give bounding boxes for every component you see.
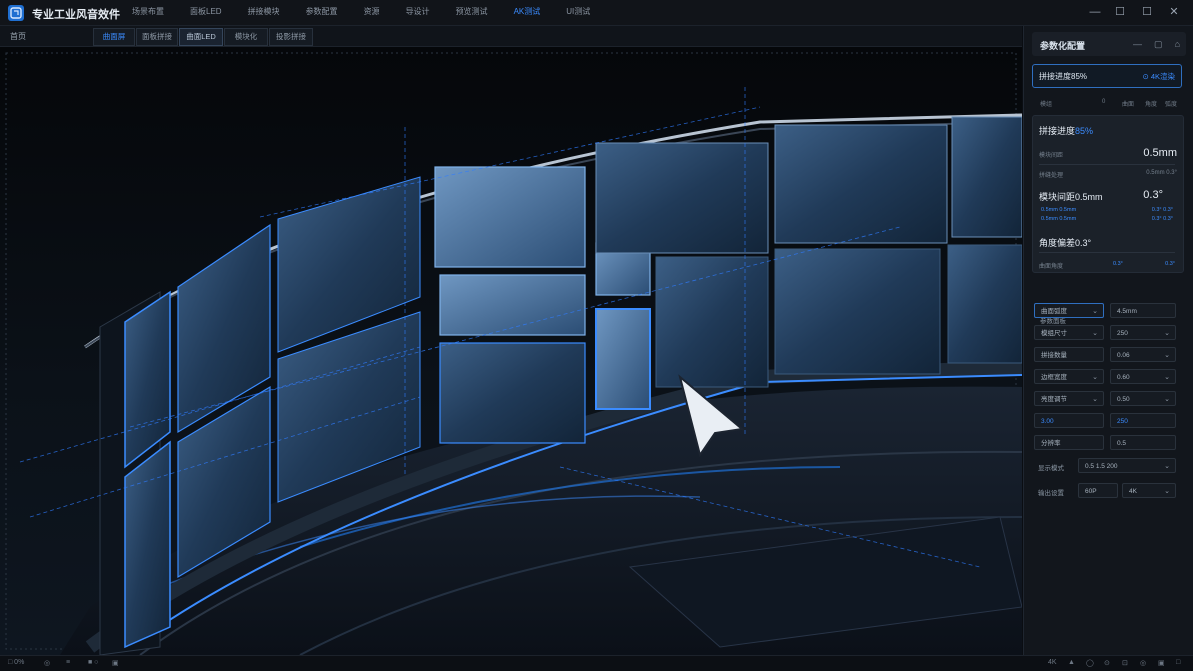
progress-label: 拼接进度85% (1039, 72, 1088, 81)
mid-title: 模块间距0.5mm (1039, 192, 1103, 202)
field-select[interactable]: 250 ⌄ (1110, 325, 1176, 340)
tab-item[interactable]: 曲面屏 (93, 28, 135, 46)
status-icon[interactable]: 4K (1048, 659, 1057, 666)
property-panel: 参数化配置 — ▢ ⌂ 拼接进度85% ⊙ 4K渲染 模组 0 曲面 角度 弧度… (1023, 26, 1193, 655)
app-logo-icon (8, 5, 24, 21)
sub-label: 弧度 (1165, 102, 1178, 108)
blue-value: 0.3° 0.3° (1151, 207, 1173, 213)
app-title: 专业工业风音效件 (32, 9, 120, 21)
blue-value: 0.5mm 0.5mm (1041, 207, 1077, 213)
sub-label: 0 (1102, 99, 1106, 105)
blue-value: 0.5mm 0.5mm (1041, 216, 1077, 222)
tab-item[interactable]: 投影拼接 (269, 28, 313, 46)
3d-viewport[interactable] (0, 47, 1022, 655)
home-icon[interactable]: ⌂ (1175, 39, 1180, 50)
field-select[interactable]: 0.5 1.5 200 ⌄ (1078, 458, 1176, 473)
mid-value: 0.3° (1143, 189, 1163, 201)
menu-item[interactable]: 导设计 (406, 6, 430, 17)
main-menu: 场景布置 面板LED 拼接模块 参数配置 资源 导设计 预览测试 AK测试 UI… (132, 6, 616, 17)
menu-item[interactable]: 资源 (364, 6, 380, 17)
maximize-icon[interactable]: ☐ (1112, 4, 1128, 20)
status-icon[interactable]: ◯ (1086, 659, 1094, 667)
row-label: 输出设置 (1038, 490, 1064, 497)
tab-bar: 首页 曲面屏 面板拼接 曲面LED 模块化 投影拼接 (0, 26, 1022, 47)
menu-item-active[interactable]: AK测试 (514, 6, 541, 17)
param-card: 拼接进度85% 模块间距 0.5mm 拼缝处理 0.5mm 0.3° 模块间距0… (1032, 115, 1184, 273)
minus-icon[interactable]: — (1133, 39, 1142, 50)
tab-item[interactable]: 模块化 (224, 28, 268, 46)
field-select[interactable]: 0.60 ⌄ (1110, 369, 1176, 384)
field-input[interactable]: 分辨率 (1034, 435, 1104, 450)
field-input[interactable]: 拼接数量 (1034, 347, 1104, 362)
field-select[interactable]: 模组尺寸 ⌄ (1034, 325, 1104, 340)
copy-icon[interactable]: ▢ (1154, 39, 1163, 50)
gap-label: 模块间距 (1039, 153, 1064, 159)
restore-icon[interactable]: ☐ (1139, 4, 1155, 20)
status-icon[interactable]: ▣ (1158, 659, 1165, 667)
status-item: ≡ (66, 659, 71, 666)
led-wall-render (0, 47, 1022, 655)
progress-box: 拼接进度85% ⊙ 4K渲染 (1032, 64, 1182, 88)
sub-label: 曲面 (1122, 102, 1135, 108)
title-bar: 专业工业风音效件 场景布置 面板LED 拼接模块 参数配置 资源 导设计 预览测… (0, 0, 1193, 26)
minimize-icon[interactable]: — (1087, 4, 1103, 20)
card-title: 拼接进度85% (1039, 126, 1094, 136)
blue-value: 0.3° 0.3° (1151, 216, 1173, 222)
menu-item[interactable]: 预览测试 (456, 6, 488, 17)
status-bar: □ 0% ◎ ≡ ■ ○ ▣ 4K ▲ ◯ ⊙ ⊡ ◎ ▣ □ (0, 655, 1193, 671)
row-label: 显示模式 (1038, 465, 1064, 472)
field-input[interactable]: 0.5 (1110, 435, 1176, 450)
bezel-label: 拼缝处理 (1039, 173, 1064, 179)
field-select[interactable]: 边框宽度 ⌄ (1034, 369, 1104, 384)
menu-item[interactable]: 拼接模块 (248, 6, 280, 17)
status-icon[interactable]: ▲ (1068, 659, 1075, 666)
status-item: □ 0% (8, 659, 25, 666)
menu-item[interactable]: 场景布置 (132, 6, 164, 17)
field-select[interactable]: 4K ⌄ (1122, 483, 1176, 498)
status-item: ■ ○ (88, 659, 99, 666)
status-icon[interactable]: ◎ (1140, 659, 1146, 667)
field-input[interactable]: 3.00 (1034, 413, 1104, 428)
menu-item[interactable]: UI测试 (566, 6, 590, 17)
panel-header: 参数化配置 — ▢ ⌂ (1032, 32, 1186, 56)
tab-item-active[interactable]: 曲面LED (179, 28, 223, 46)
tab-home[interactable]: 首页 (10, 31, 26, 42)
status-icon[interactable]: □ (1176, 659, 1180, 666)
menu-item[interactable]: 参数配置 (306, 6, 338, 17)
panel-title: 参数化配置 (1040, 41, 1086, 51)
field-input[interactable]: 60P (1078, 483, 1118, 498)
status-icon[interactable]: ⊙ (1104, 659, 1110, 667)
sub-label: 模组 (1040, 102, 1053, 108)
bezel-value: 0.5mm 0.3° (1146, 170, 1177, 176)
render-badge[interactable]: ⊙ 4K渲染 (1142, 71, 1175, 82)
bottom-label: 曲面角度 (1039, 264, 1064, 270)
bottom-mid: 0.3° (1113, 261, 1123, 267)
field-select[interactable]: 0.06 ⌄ (1110, 347, 1176, 362)
status-icon[interactable]: ⊡ (1122, 659, 1128, 667)
close-icon[interactable]: ✕ (1166, 4, 1182, 20)
status-item: ▣ (112, 660, 119, 667)
sub-header-row: 模组 0 曲面 角度 弧度 (1032, 99, 1182, 111)
menu-item[interactable]: 面板LED (190, 6, 222, 17)
sub-label: 角度 (1145, 102, 1158, 108)
field-input[interactable]: 4.5mm (1110, 303, 1176, 318)
field-select[interactable]: 曲面弧度 ⌄ (1034, 303, 1104, 318)
gap-value: 0.5mm (1143, 147, 1177, 159)
bottom-right: 0.3° (1165, 261, 1175, 267)
field-select[interactable]: 亮度调节 ⌄ (1034, 391, 1104, 406)
field-select[interactable]: 0.50 ⌄ (1110, 391, 1176, 406)
tab-item[interactable]: 面板拼接 (136, 28, 178, 46)
field-input[interactable]: 250 (1110, 413, 1176, 428)
status-item: ◎ (44, 660, 51, 667)
angle-title: 角度偏差0.3° (1039, 238, 1092, 248)
